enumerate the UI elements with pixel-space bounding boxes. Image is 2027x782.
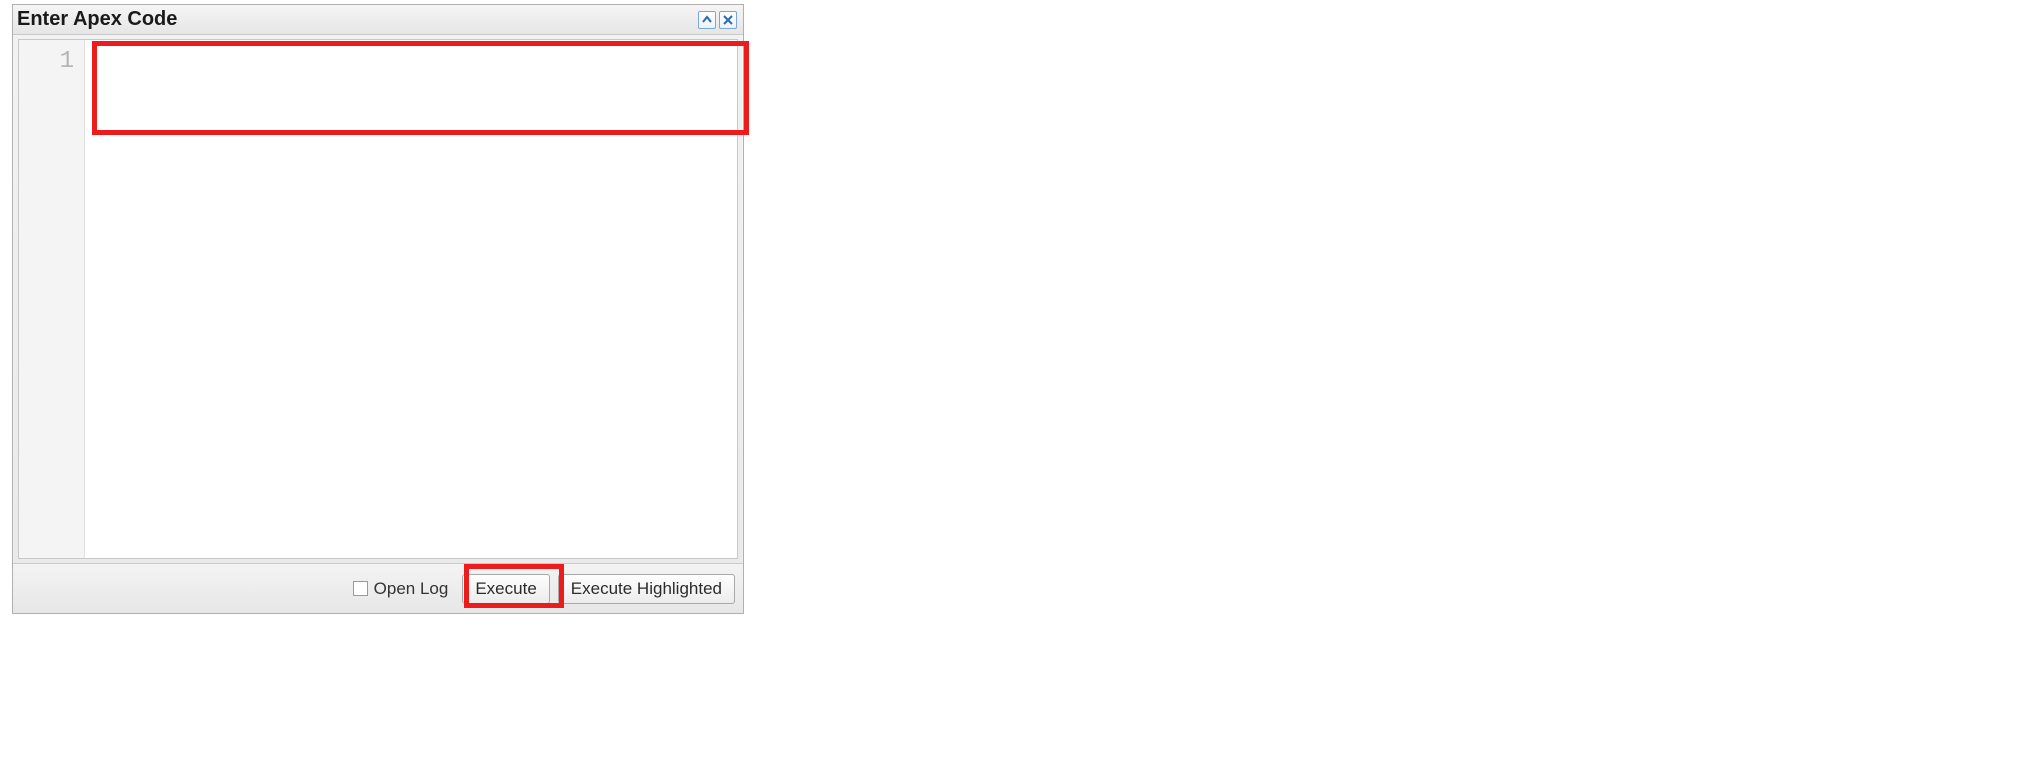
panel-title: Enter Apex Code [17, 8, 177, 31]
panel-footer: Open Log Execute Execute Highlighted [13, 563, 743, 613]
panel-header: Enter Apex Code [13, 5, 743, 35]
line-number: 1 [19, 48, 74, 75]
execute-highlighted-button[interactable]: Execute Highlighted [558, 574, 735, 604]
code-editor: 1 [18, 39, 738, 559]
open-log-checkbox[interactable] [353, 581, 368, 596]
collapse-button[interactable] [698, 11, 716, 29]
apex-code-panel: Enter Apex Code 1 Open Log Execute Exe [12, 4, 744, 614]
close-icon [723, 15, 733, 25]
apex-code-input[interactable] [85, 40, 737, 558]
open-log-label: Open Log [374, 579, 449, 599]
execute-button[interactable]: Execute [462, 574, 549, 604]
open-log-option[interactable]: Open Log [353, 579, 449, 599]
header-controls [698, 11, 737, 29]
line-number-gutter: 1 [19, 40, 85, 558]
collapse-up-icon [702, 15, 712, 25]
close-button[interactable] [719, 11, 737, 29]
